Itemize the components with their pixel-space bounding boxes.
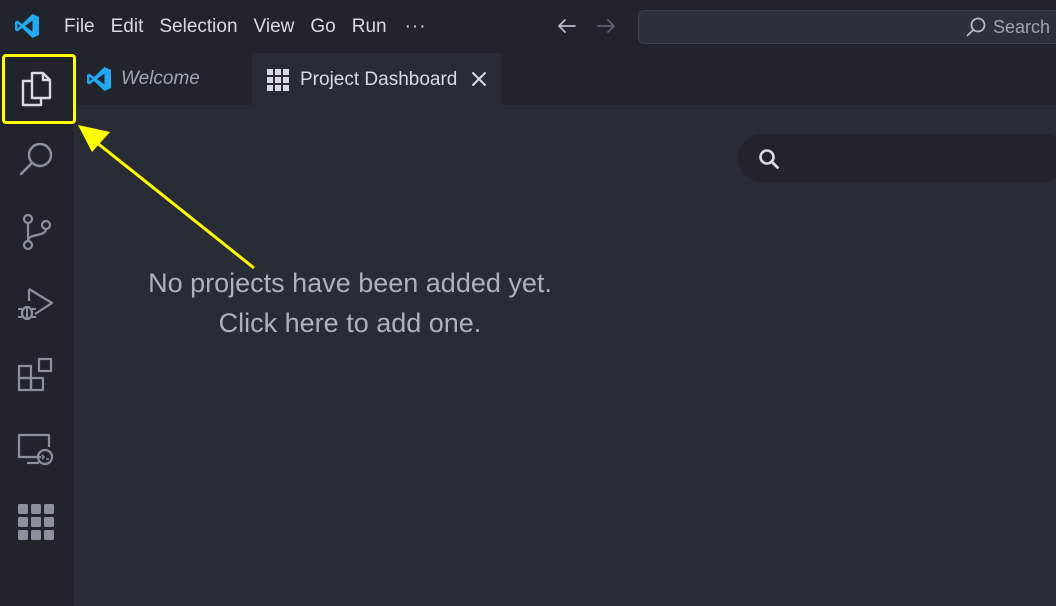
close-icon[interactable] — [469, 69, 489, 89]
title-bar: File Edit Selection View Go Run ··· Sear… — [0, 0, 1056, 53]
source-control-icon[interactable] — [15, 211, 57, 253]
explorer-icon[interactable] — [15, 68, 57, 110]
add-project-prompt[interactable]: No projects have been added yet. Click h… — [74, 263, 626, 343]
back-arrow-icon[interactable] — [555, 14, 579, 38]
forward-arrow-icon[interactable] — [594, 14, 618, 38]
more-menu-icon[interactable]: ··· — [395, 0, 437, 53]
command-center-search[interactable]: Search — [638, 10, 1056, 44]
command-center-label: Search — [993, 16, 1051, 37]
remote-explorer-icon[interactable] — [15, 429, 57, 471]
menu-file[interactable]: File — [56, 0, 103, 53]
vscode-window: File Edit Selection View Go Run ··· Sear… — [0, 0, 1056, 606]
tab-welcome-label: Welcome — [121, 68, 200, 89]
menu-go[interactable]: Go — [302, 0, 343, 53]
menu-bar: File Edit Selection View Go Run ··· — [56, 0, 437, 53]
search-icon[interactable] — [15, 139, 57, 181]
run-debug-icon[interactable] — [15, 283, 57, 325]
project-dashboard-view: No projects have been added yet. Click h… — [74, 105, 1056, 606]
project-dashboard-icon[interactable] — [15, 501, 57, 543]
menu-edit[interactable]: Edit — [103, 0, 152, 53]
tab-project-dashboard[interactable]: Project Dashboard — [252, 53, 501, 105]
search-icon — [966, 17, 986, 37]
vscode-logo-icon — [15, 14, 39, 38]
empty-message-line-2: Click here to add one. — [218, 308, 482, 338]
search-icon — [759, 149, 779, 169]
extensions-icon[interactable] — [15, 356, 57, 398]
grid-icon — [267, 69, 289, 91]
menu-view[interactable]: View — [246, 0, 303, 53]
empty-message-line-1: No projects have been added yet. — [148, 268, 552, 298]
editor-tab-bar: Welcome Project Dashboard — [74, 53, 1056, 105]
activity-bar — [0, 53, 74, 606]
vscode-logo-icon — [87, 67, 111, 91]
tab-welcome[interactable]: Welcome — [74, 53, 252, 105]
menu-selection[interactable]: Selection — [151, 0, 245, 53]
tab-project-dashboard-label: Project Dashboard — [300, 69, 458, 90]
project-search-input[interactable] — [738, 134, 1056, 182]
menu-run[interactable]: Run — [344, 0, 395, 53]
